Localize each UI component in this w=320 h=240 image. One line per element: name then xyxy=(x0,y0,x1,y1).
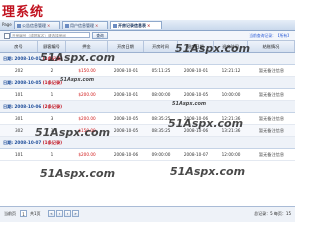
group-row[interactable]: 日期: 2008-10-05 (1条记录) xyxy=(0,77,295,89)
tab-label: 公告信息管理 xyxy=(22,23,46,28)
cell-checkin-time: 08:00:00 xyxy=(151,92,171,97)
close-icon[interactable]: × xyxy=(147,23,150,28)
pager-label: 当前页 xyxy=(4,211,16,216)
grid-header: 房号 顾客编号 押金 开房日期 开房时间 退房日期 退房时间 结账情况 xyxy=(0,41,295,53)
group-label: 日期: 2008-10-01 (1条记录) xyxy=(3,56,63,61)
cell-checkout-date: 2008-10-06 xyxy=(183,128,209,133)
cell-checkin-date: 2008-10-05 xyxy=(113,128,139,133)
group-row[interactable]: 日期: 2008-10-07 (1条记录) xyxy=(0,137,295,149)
cell-checkin-date: 2008-10-01 xyxy=(113,92,139,97)
tab-label: 用户信息管理 xyxy=(70,23,94,28)
last-page-button[interactable]: » xyxy=(72,210,79,217)
search-toolbar: 开房编号（或顾客名）请选择房间 查询 当前查询记录：【所有】 xyxy=(0,31,295,41)
tab-checkin-records[interactable]: 开房记录信息表× xyxy=(110,21,162,29)
table-row[interactable]: 302 3 $150.00 2008-10-05 08:35:25 2008-1… xyxy=(0,125,295,137)
cell-customer-id: 1 xyxy=(50,152,54,157)
cell-checkout-time: 12:21:36 xyxy=(221,116,241,121)
cell-room: 101 xyxy=(15,152,23,157)
watermark: 51Aspx.com xyxy=(170,165,246,178)
column-header-customer-id[interactable]: 顾客编号 xyxy=(38,41,66,52)
search-input[interactable]: 开房编号（或顾客名）请选择房间 xyxy=(10,32,90,38)
current-query-link[interactable]: 当前查询记录：【所有】 xyxy=(249,33,291,39)
cell-checkout-date: 2008-10-05 xyxy=(183,92,209,97)
cell-checkout-time: 13:21:36 xyxy=(221,128,241,133)
close-icon[interactable]: × xyxy=(95,23,98,28)
group-label: 日期: 2008-10-07 (1条记录) xyxy=(3,140,63,145)
column-header-checkin-date[interactable]: 开房日期 xyxy=(108,41,144,52)
cell-checkout-date: 2008-10-06 xyxy=(183,116,209,121)
group-label: 日期: 2008-10-06 (2条记录) xyxy=(3,104,63,109)
cell-checkout-date: 2008-10-01 xyxy=(183,68,209,73)
cell-status: 暂无备注信息 xyxy=(258,116,285,121)
cell-checkin-date: 2008-10-05 xyxy=(113,116,139,121)
cell-room: 202 xyxy=(15,68,23,73)
next-page-button[interactable]: › xyxy=(64,210,71,217)
document-icon xyxy=(65,23,69,28)
group-row[interactable]: 日期: 2008-10-01 (1条记录) xyxy=(0,53,295,65)
search-button[interactable]: 查询 xyxy=(92,32,108,39)
cell-checkin-time: 08:35:25 xyxy=(151,116,171,121)
cell-checkin-time: 05:11:25 xyxy=(151,68,171,73)
cell-customer-id: 1 xyxy=(50,92,54,97)
column-header-status[interactable]: 结账情况 xyxy=(248,41,295,52)
cell-room: 302 xyxy=(15,128,23,133)
document-icon xyxy=(113,23,117,28)
cell-deposit: $200.00 xyxy=(78,116,96,121)
table-row[interactable]: 101 1 $200.00 2008-10-01 08:00:00 2008-1… xyxy=(0,89,295,101)
prev-page-button[interactable]: ‹ xyxy=(56,210,63,217)
table-row[interactable]: 202 2 $150.00 2008-10-01 05:11:25 2008-1… xyxy=(0,65,295,77)
cell-customer-id: 3 xyxy=(50,116,54,121)
cell-checkout-time: 12:00:00 xyxy=(221,152,241,157)
cell-checkin-date: 2008-10-06 xyxy=(113,152,139,157)
cell-deposit: $150.00 xyxy=(78,68,96,73)
pager-bar: 当前页 1 共1页 « ‹ › » 总记录：5 每页：15 xyxy=(0,206,295,222)
tab-label: 开房记录信息表 xyxy=(118,23,146,28)
cell-room: 101 xyxy=(15,92,23,97)
cell-status: 暂无备注信息 xyxy=(258,68,285,73)
app-header: 理系统 xyxy=(0,0,295,20)
cell-deposit: $200.00 xyxy=(78,152,96,157)
column-header-deposit[interactable]: 押金 xyxy=(66,41,108,52)
first-page-button[interactable]: « xyxy=(48,210,55,217)
cell-room: 301 xyxy=(15,116,23,121)
cell-checkin-date: 2008-10-01 xyxy=(113,68,139,73)
cell-checkin-time: 09:00:00 xyxy=(151,152,171,157)
tab-bar: Page 公告信息管理× 用户信息管理× 开房记录信息表× xyxy=(0,20,295,31)
page-number-input[interactable]: 1 xyxy=(20,210,27,217)
app-title: 理系统 xyxy=(2,5,45,20)
cell-checkout-date: 2008-10-07 xyxy=(183,152,209,157)
cell-checkin-time: 08:35:25 xyxy=(151,128,171,133)
cell-status: 暂无备注信息 xyxy=(258,128,285,133)
column-header-checkout-date[interactable]: 退房日期 xyxy=(178,41,214,52)
column-header-checkout-time[interactable]: 退房时间 xyxy=(214,41,248,52)
cell-status: 暂无备注信息 xyxy=(258,92,285,97)
record-summary: 总记录：5 每页：15 xyxy=(254,211,291,216)
cell-checkout-time: 10:00:00 xyxy=(221,92,241,97)
cell-checkout-time: 12:21:12 xyxy=(221,68,241,73)
cell-customer-id: 2 xyxy=(50,68,54,73)
group-label: 日期: 2008-10-05 (1条记录) xyxy=(3,80,63,85)
tab-user-management[interactable]: 用户信息管理× xyxy=(62,21,108,29)
cell-customer-id: 3 xyxy=(50,128,54,133)
cell-deposit: $150.00 xyxy=(78,128,96,133)
tab-notice-management[interactable]: 公告信息管理× xyxy=(14,21,60,29)
cell-deposit: $200.00 xyxy=(78,92,96,97)
tab-page[interactable]: Page xyxy=(0,21,12,29)
group-row[interactable]: 日期: 2008-10-06 (2条记录) xyxy=(0,101,295,113)
watermark: 51Aspx.com xyxy=(40,167,116,180)
document-icon xyxy=(17,23,21,28)
column-header-checkin-time[interactable]: 开房时间 xyxy=(144,41,178,52)
total-pages: 共1页 xyxy=(30,211,41,216)
close-icon[interactable]: × xyxy=(47,23,50,28)
tab-label: Page xyxy=(2,22,12,27)
table-row[interactable]: 101 1 $200.00 2008-10-06 09:00:00 2008-1… xyxy=(0,149,295,161)
column-header-room[interactable]: 房号 xyxy=(0,41,38,52)
table-row[interactable]: 301 3 $200.00 2008-10-05 08:35:25 2008-1… xyxy=(0,113,295,125)
records-grid: 房号 顾客编号 押金 开房日期 开房时间 退房日期 退房时间 结账情况 日期: … xyxy=(0,41,295,206)
cell-status: 暂无备注信息 xyxy=(258,152,285,157)
